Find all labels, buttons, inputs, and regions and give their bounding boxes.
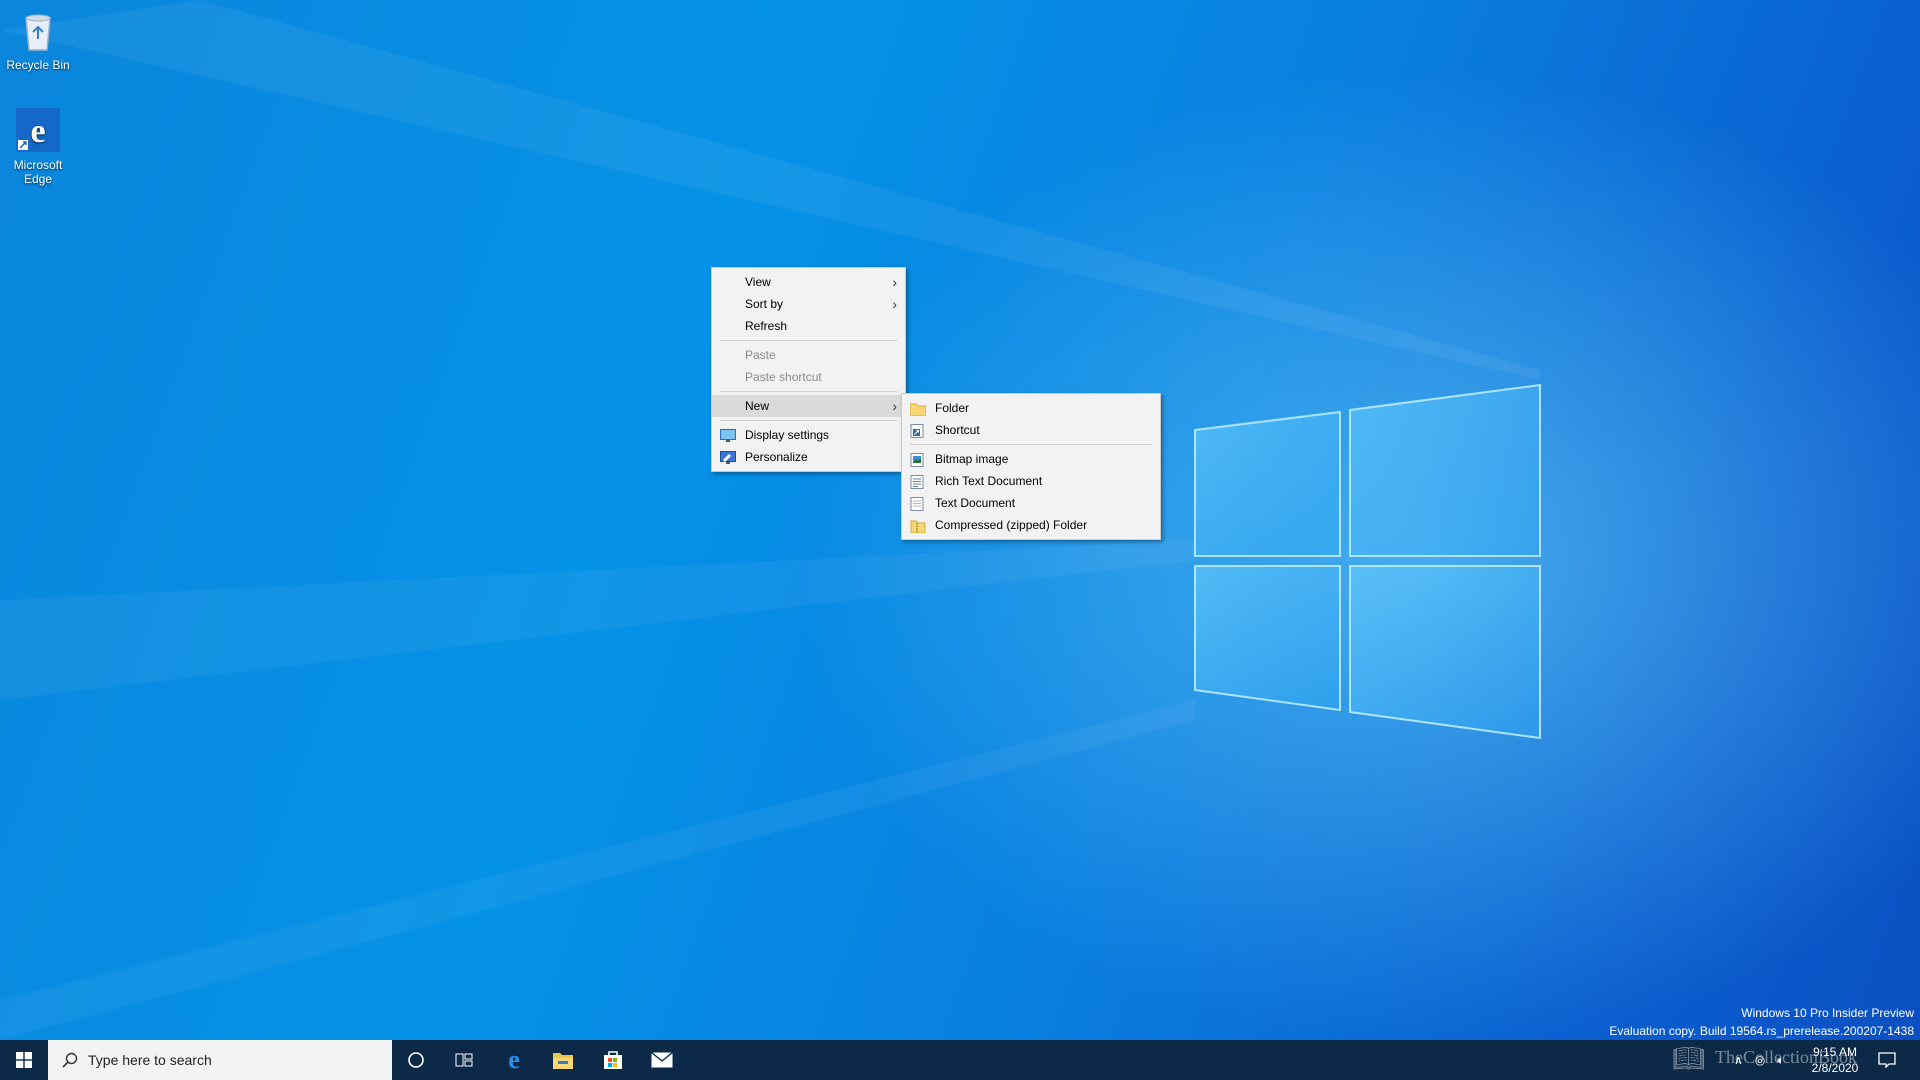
wallpaper xyxy=(0,0,1541,1040)
menu-item-new[interactable]: New › xyxy=(712,395,905,417)
search-icon xyxy=(62,1052,78,1068)
store-icon xyxy=(604,1051,622,1069)
cortana-icon xyxy=(408,1052,424,1068)
start-button[interactable] xyxy=(0,1040,48,1080)
menu-item-paste[interactable]: Paste xyxy=(712,344,905,366)
desktop-icon-microsoft-edge[interactable]: e Microsoft Edge xyxy=(0,106,76,186)
shortcut-icon xyxy=(910,423,926,438)
display-settings-icon xyxy=(720,428,736,442)
watermark-overlay: 📖︎ TheCollectionBook xyxy=(1672,1044,1857,1073)
notification-icon xyxy=(1878,1052,1896,1068)
menu-item-view[interactable]: View › xyxy=(712,271,905,293)
menu-separator xyxy=(910,444,1152,445)
personalize-icon xyxy=(720,450,736,464)
cortana-button[interactable] xyxy=(392,1040,440,1080)
menu-separator xyxy=(720,420,897,421)
menu-item-personalize[interactable]: Personalize xyxy=(712,446,905,468)
taskbar: Type here to search e ∧ ◎ 🔈︎ 9:15 AM 2/8… xyxy=(0,1040,1920,1080)
chevron-right-icon: › xyxy=(892,398,897,414)
svg-text:e: e xyxy=(30,113,45,150)
taskbar-search-box[interactable]: Type here to search xyxy=(48,1040,392,1080)
chevron-right-icon: › xyxy=(892,296,897,312)
recycle-bin-icon xyxy=(14,6,62,54)
menu-separator xyxy=(720,391,897,392)
taskbar-store-button[interactable] xyxy=(589,1040,637,1080)
rich-text-icon xyxy=(910,474,926,489)
desktop-icon-label: Microsoft Edge xyxy=(13,158,63,186)
book-logo-icon: 📖︎ xyxy=(1672,1044,1706,1073)
submenu-item-shortcut[interactable]: Shortcut xyxy=(902,419,1160,441)
desktop-icon-label: Recycle Bin xyxy=(6,58,70,72)
desktop-context-menu: View › Sort by › Refresh Paste Paste sho… xyxy=(711,267,906,472)
menu-item-paste-shortcut[interactable]: Paste shortcut xyxy=(712,366,905,388)
submenu-item-rich-text-document[interactable]: Rich Text Document xyxy=(902,470,1160,492)
action-center-button[interactable] xyxy=(1866,1040,1908,1080)
windows-logo-wallpaper xyxy=(1194,383,1541,740)
search-placeholder: Type here to search xyxy=(88,1052,212,1068)
submenu-item-bitmap-image[interactable]: Bitmap image xyxy=(902,448,1160,470)
watermark-line-2: Evaluation copy. Build 19564.rs_prerelea… xyxy=(1609,1024,1914,1038)
menu-separator xyxy=(720,340,897,341)
submenu-item-text-document[interactable]: Text Document xyxy=(902,492,1160,514)
new-submenu: Folder Shortcut Bitmap image Rich Text D… xyxy=(901,393,1161,540)
submenu-item-folder[interactable]: Folder xyxy=(902,397,1160,419)
taskbar-file-explorer-button[interactable] xyxy=(539,1040,587,1080)
windows-start-icon xyxy=(16,1052,32,1068)
text-document-icon xyxy=(910,496,926,511)
submenu-item-compressed-folder[interactable]: Compressed (zipped) Folder xyxy=(902,514,1160,536)
mail-icon xyxy=(651,1052,673,1068)
taskbar-mail-button[interactable] xyxy=(638,1040,686,1080)
edge-icon: e xyxy=(14,106,62,154)
task-view-button[interactable] xyxy=(440,1040,488,1080)
taskbar-edge-button[interactable]: e xyxy=(490,1040,538,1080)
desktop-icon-recycle-bin[interactable]: Recycle Bin xyxy=(0,6,76,72)
edge-icon: e xyxy=(508,1048,520,1072)
evaluation-watermark: Windows 10 Pro Insider Preview Evaluatio… xyxy=(1609,1004,1914,1040)
menu-item-display-settings[interactable]: Display settings xyxy=(712,424,905,446)
bitmap-icon xyxy=(910,452,926,467)
watermark-line-1: Windows 10 Pro Insider Preview xyxy=(1741,1006,1914,1020)
zip-folder-icon xyxy=(910,518,926,534)
file-explorer-icon xyxy=(553,1053,573,1069)
svg-text:e: e xyxy=(508,1048,520,1072)
task-view-icon xyxy=(455,1053,473,1067)
chevron-right-icon: › xyxy=(892,274,897,290)
folder-icon xyxy=(909,401,927,417)
menu-item-sort-by[interactable]: Sort by › xyxy=(712,293,905,315)
menu-item-refresh[interactable]: Refresh xyxy=(712,315,905,337)
